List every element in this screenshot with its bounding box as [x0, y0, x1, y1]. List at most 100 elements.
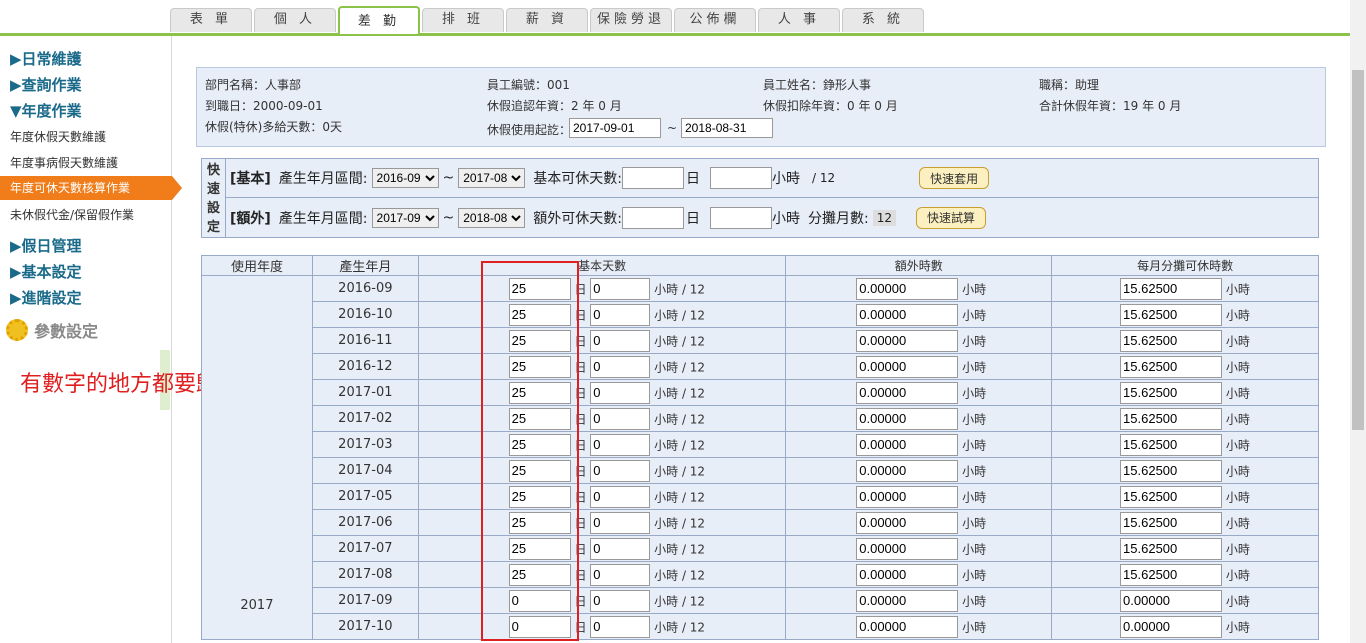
sidebar-item-unused-leave[interactable]: 未休假代金/保留假作業	[10, 206, 134, 223]
monthly-hours-input[interactable]	[1120, 563, 1223, 586]
per12-unit: 小時 / 12	[654, 568, 706, 582]
hour-unit: 小時	[1225, 620, 1250, 634]
sidebar-advanced-settings[interactable]: ▶進階設定	[10, 287, 82, 308]
base-hours-input[interactable]	[590, 355, 651, 378]
monthly-hours-input[interactable]	[1120, 407, 1223, 430]
extra-hours-input[interactable]	[856, 563, 959, 586]
extra-hours-input[interactable]	[856, 537, 959, 560]
extra-to-select[interactable]: 2018-08	[458, 207, 526, 228]
monthly-hours-input[interactable]	[1120, 485, 1223, 508]
per12-unit: 小時 / 12	[654, 308, 706, 322]
monthly-hours-input[interactable]	[1120, 459, 1223, 482]
table-row: 2017-02 日 小時 / 12 小時 小時	[202, 405, 1319, 432]
base-hours-input[interactable]	[590, 615, 651, 638]
sidebar-daily-maintenance[interactable]: ▶日常維護	[10, 48, 82, 69]
monthly-hours-input[interactable]	[1120, 589, 1223, 612]
monthly-hours-input[interactable]	[1120, 615, 1223, 638]
base-cell: 日 小時 / 12	[417, 561, 787, 588]
gear-icon	[6, 319, 28, 341]
day-unit: 日	[685, 171, 700, 187]
per12-unit: 小時 / 12	[654, 594, 706, 608]
hour-unit: 小時	[1225, 542, 1250, 556]
hour-unit: 小時	[1225, 594, 1250, 608]
extra-from-select[interactable]: 2017-09	[371, 207, 439, 228]
extra-hours-input[interactable]	[856, 329, 959, 352]
special-days: 休假(特休)多給天數：0天	[205, 120, 342, 134]
extra-hours-input[interactable]	[856, 277, 959, 300]
scrollbar-thumb[interactable]	[1352, 70, 1364, 430]
extra-hours-input[interactable]	[856, 459, 959, 482]
range-start-input[interactable]	[569, 118, 661, 138]
monthly-hours-input[interactable]	[1120, 355, 1223, 378]
tab-4[interactable]: 薪 資	[506, 8, 588, 32]
base-hours-input[interactable]	[590, 433, 651, 456]
base-hours-input[interactable]	[590, 407, 651, 430]
base-hours-input[interactable]	[590, 329, 651, 352]
sidebar-item-annual-leave[interactable]: 年度休假天數維護	[10, 128, 106, 145]
base-hours-input[interactable]	[590, 589, 651, 612]
extra-days-input[interactable]	[621, 206, 684, 229]
base-hours-input[interactable]	[590, 277, 651, 300]
range-end-input[interactable]	[681, 118, 773, 138]
tab-7[interactable]: 人 事	[758, 8, 840, 32]
hour-unit: 小時	[1225, 516, 1250, 530]
tab-2[interactable]: 差 勤	[338, 6, 420, 34]
base-hours-input[interactable]	[590, 303, 651, 326]
scrollbar[interactable]	[1350, 0, 1366, 643]
monthly-hours-input[interactable]	[1120, 381, 1223, 404]
base-hours-input[interactable]	[590, 563, 651, 586]
monthly-hours-input[interactable]	[1120, 433, 1223, 456]
extra-hours-input[interactable]	[856, 303, 959, 326]
hour-unit: 小時	[962, 282, 987, 296]
extra-hours-input[interactable]	[856, 381, 959, 404]
monthly-hours-input[interactable]	[1120, 303, 1223, 326]
extra-hours-input[interactable]	[856, 615, 959, 638]
tab-1[interactable]: 個 人	[254, 8, 336, 32]
sidebar-item-sick-leave[interactable]: 年度事病假天數維護	[10, 154, 118, 171]
base-hours-input[interactable]	[590, 485, 651, 508]
extra-hours-input[interactable]	[856, 485, 959, 508]
sidebar-query[interactable]: ▶查詢作業	[10, 74, 82, 95]
hour-unit: 小時	[1225, 360, 1250, 374]
tab-0[interactable]: 表 單	[170, 8, 252, 32]
monthly-cell: 小時	[1051, 327, 1319, 354]
hour-unit: 小時	[962, 464, 987, 478]
sidebar-param-settings[interactable]: 參數設定	[6, 318, 98, 342]
basic-to-select[interactable]: 2017-08	[458, 168, 526, 188]
base-hours-input[interactable]	[590, 381, 651, 404]
monthly-hours-input[interactable]	[1120, 277, 1223, 300]
per12-unit: 小時 / 12	[654, 438, 706, 452]
basic-hours-input[interactable]	[709, 167, 772, 189]
base-hours-input[interactable]	[590, 511, 651, 534]
tab-5[interactable]: 保險勞退	[590, 8, 672, 32]
monthly-hours-input[interactable]	[1120, 329, 1223, 352]
extra-hours-input[interactable]	[856, 589, 959, 612]
tab-3[interactable]: 排 班	[422, 8, 504, 32]
quick-apply-button[interactable]: 快速套用	[919, 167, 990, 189]
basic-from-select[interactable]: 2016-09	[371, 168, 439, 188]
basic-days-input[interactable]	[621, 167, 684, 189]
sidebar-annual[interactable]: ▼年度作業	[10, 100, 82, 121]
extra-hours-input[interactable]	[709, 206, 772, 229]
base-hours-input[interactable]	[590, 459, 651, 482]
hour-unit: 小時	[962, 568, 987, 582]
extra-cell: 小時	[785, 301, 1053, 328]
extra-cell: 小時	[785, 561, 1053, 588]
base-hours-input[interactable]	[590, 537, 651, 560]
extra-hours-input[interactable]	[856, 407, 959, 430]
sidebar-item-leave-calc[interactable]: 年度可休天數核算作業	[0, 176, 182, 200]
sidebar-basic-settings[interactable]: ▶基本設定	[10, 261, 82, 282]
sidebar-holiday[interactable]: ▶假日管理	[10, 235, 82, 256]
monthly-hours-input[interactable]	[1120, 511, 1223, 534]
tab-8[interactable]: 系 統	[842, 8, 924, 32]
monthly-cell: 小時	[1051, 431, 1319, 458]
quick-calc-button[interactable]: 快速試算	[915, 206, 986, 229]
extra-cell: 小時	[785, 457, 1053, 484]
monthly-hours-input[interactable]	[1120, 537, 1223, 560]
tab-6[interactable]: 公佈欄	[674, 8, 756, 32]
table-row: 2017-03 日 小時 / 12 小時 小時	[202, 431, 1319, 458]
extra-hours-input[interactable]	[856, 433, 959, 456]
extra-hours-input[interactable]	[856, 511, 959, 534]
col-extra-hours: 額外時數	[785, 255, 1053, 276]
extra-hours-input[interactable]	[856, 355, 959, 378]
